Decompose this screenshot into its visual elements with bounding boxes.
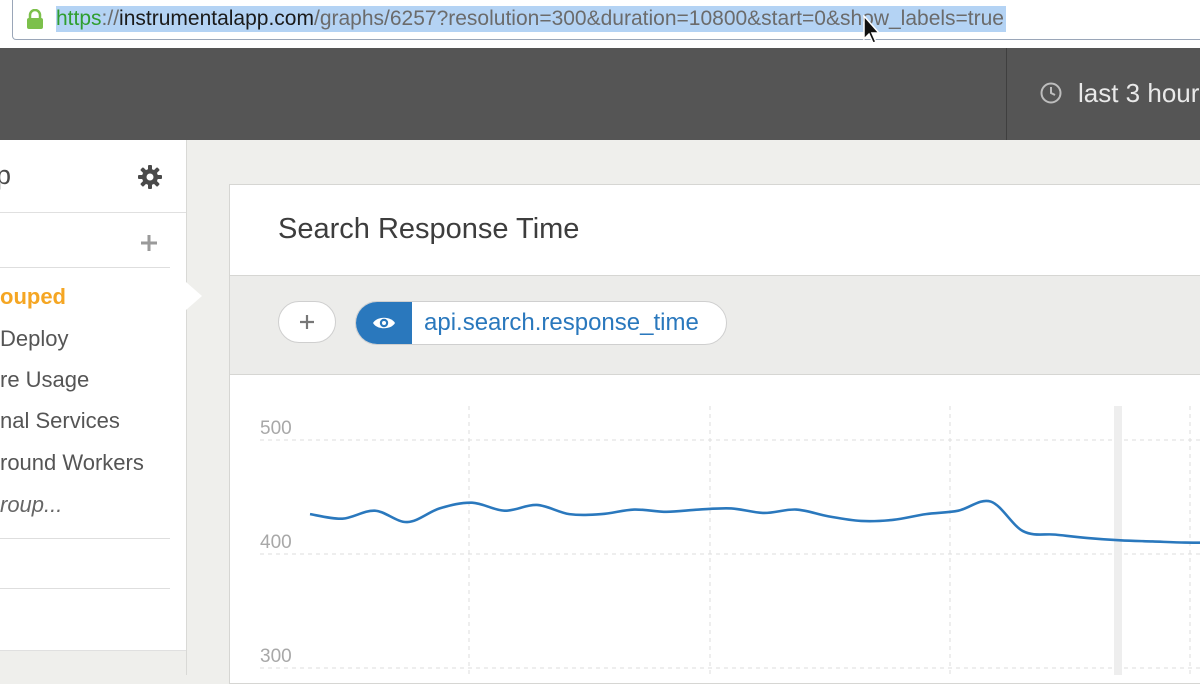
url-path: /graphs/6257?resolution=300&duration=108…: [313, 7, 1004, 30]
sidebar-footer: [0, 650, 186, 676]
sidebar-divider: [0, 267, 170, 268]
series-line[interactable]: [309, 499, 1200, 544]
y-tick-label: 400: [260, 532, 292, 553]
sidebar-item-deploy[interactable]: Deploy: [0, 326, 68, 356]
sidebar-divider: [0, 538, 170, 539]
chart-svg: 500 400 300: [260, 406, 1200, 675]
sidebar-divider: [0, 212, 186, 213]
line-chart: 500 400 300: [230, 374, 1200, 675]
sidebar-item-new-group[interactable]: roup...: [0, 492, 62, 522]
metric-pill[interactable]: api.search.response_time: [355, 301, 727, 345]
lock-icon: [27, 9, 43, 29]
clock-icon: [1040, 82, 1062, 104]
graph-title: Search Response Time: [278, 213, 580, 245]
top-toolbar: last 3 hour: [0, 48, 1200, 140]
browser-chrome: https://instrumentalapp.com/graphs/6257?…: [0, 0, 1200, 48]
y-tick-label: 300: [260, 646, 292, 667]
url-scheme: https: [56, 7, 102, 30]
url-host: instrumentalapp.com: [119, 7, 314, 30]
toolbar-divider: [1006, 48, 1007, 140]
active-item-pointer: [186, 282, 202, 310]
url-scheme-separator: ://: [101, 7, 120, 30]
metric-name: api.search.response_time: [424, 309, 699, 336]
sidebar-item-services[interactable]: nal Services: [0, 408, 120, 438]
plus-icon: [300, 315, 314, 329]
gear-icon[interactable]: [138, 165, 162, 189]
sidebar-title: p: [0, 160, 12, 190]
add-metric-button[interactable]: [278, 301, 336, 343]
add-group-plus-icon[interactable]: [139, 233, 159, 253]
eye-icon: [373, 317, 395, 329]
sidebar-item-usage[interactable]: re Usage: [0, 367, 89, 397]
y-tick-label: 500: [260, 418, 292, 439]
time-range-selector[interactable]: last 3 hour: [1040, 76, 1199, 110]
metric-bar: api.search.response_time: [230, 276, 1200, 375]
toggle-visibility-button[interactable]: [356, 302, 412, 344]
sidebar-item-ungrouped[interactable]: ouped: [0, 284, 66, 314]
sidebar: p ouped Deploy re Usage nal Services rou…: [0, 140, 187, 676]
sidebar-item-workers[interactable]: round Workers: [0, 450, 144, 480]
sidebar-divider: [0, 588, 170, 589]
time-range-label: last 3 hour: [1078, 77, 1200, 108]
arrow-cursor-icon: [863, 15, 881, 44]
